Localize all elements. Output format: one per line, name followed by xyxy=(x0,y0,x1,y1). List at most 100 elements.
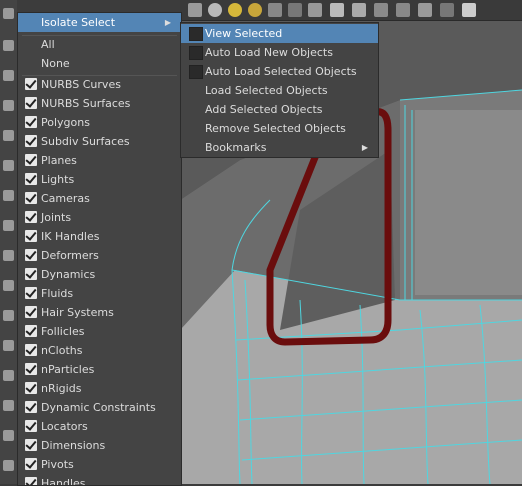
menu-item-polygons[interactable]: Polygons xyxy=(18,113,181,132)
grid-icon[interactable] xyxy=(308,3,322,17)
layout-icon[interactable] xyxy=(418,3,432,17)
submenu-item-view-selected[interactable]: View Selected xyxy=(181,24,378,43)
menu-item-label: Cameras xyxy=(41,192,90,205)
camera-icon[interactable] xyxy=(268,3,282,17)
strip-icon[interactable] xyxy=(3,340,14,351)
menu-item-nurbs-surfaces[interactable]: NURBS Surfaces xyxy=(18,94,181,113)
submenu-item-auto-load-selected-objects[interactable]: Auto Load Selected Objects xyxy=(181,62,378,81)
checkbox-icon[interactable] xyxy=(25,268,37,280)
menu-item-hair-systems[interactable]: Hair Systems xyxy=(18,303,181,322)
checkbox-icon[interactable] xyxy=(25,401,37,413)
wireframe-icon[interactable] xyxy=(374,3,388,17)
sphere-icon[interactable] xyxy=(208,3,222,17)
isolate-icon[interactable] xyxy=(330,3,344,17)
checkbox-icon[interactable] xyxy=(25,325,37,337)
strip-icon[interactable] xyxy=(3,70,14,81)
menu-item-fluids[interactable]: Fluids xyxy=(18,284,181,303)
checkbox-icon[interactable] xyxy=(25,192,37,204)
checkbox-icon[interactable] xyxy=(25,477,37,485)
menu-item-handles[interactable]: Handles xyxy=(18,474,181,485)
checkbox-icon[interactable] xyxy=(25,306,37,318)
strip-icon[interactable] xyxy=(3,220,14,231)
checkbox-icon[interactable] xyxy=(25,249,37,261)
strip-icon[interactable] xyxy=(3,400,14,411)
scene-window-pane xyxy=(415,110,522,295)
menu-item-pivots[interactable]: Pivots xyxy=(18,455,181,474)
checkbox-icon[interactable] xyxy=(25,420,37,432)
menu-item-follicles[interactable]: Follicles xyxy=(18,322,181,341)
checkbox-icon[interactable] xyxy=(25,154,37,166)
strip-icon[interactable] xyxy=(3,280,14,291)
show-menu: Isolate Select ▶ All None NURBS Curves NU… xyxy=(17,12,182,486)
checkbox-icon[interactable] xyxy=(25,211,37,223)
checkbox-icon[interactable] xyxy=(189,65,203,79)
frame-icon[interactable] xyxy=(396,3,410,17)
checkbox-icon[interactable] xyxy=(25,78,37,90)
menu-item-label: Joints xyxy=(41,211,72,224)
viewport-toolbar xyxy=(180,0,522,21)
strip-icon[interactable] xyxy=(3,40,14,51)
menu-item-label: Isolate Select xyxy=(41,16,116,29)
menu-item-label: Hair Systems xyxy=(41,306,114,319)
menu-item-lights[interactable]: Lights xyxy=(18,170,181,189)
strip-icon[interactable] xyxy=(3,370,14,381)
menu-item-joints[interactable]: Joints xyxy=(18,208,181,227)
menu-item-label: nCloths xyxy=(41,344,83,357)
submenu-item-auto-load-new-objects[interactable]: Auto Load New Objects xyxy=(181,43,378,62)
checkbox-icon[interactable] xyxy=(25,363,37,375)
checkbox-icon[interactable] xyxy=(25,287,37,299)
menu-item-label: Dynamics xyxy=(41,268,96,281)
light-icon[interactable] xyxy=(228,3,242,17)
menu-item-locators[interactable]: Locators xyxy=(18,417,181,436)
strip-icon[interactable] xyxy=(3,160,14,171)
checkbox-icon[interactable] xyxy=(189,27,203,41)
submenu-item-add-selected-objects[interactable]: Add Selected Objects xyxy=(181,100,378,119)
lighting-icon[interactable] xyxy=(248,3,262,17)
strip-icon[interactable] xyxy=(3,460,14,471)
menu-item-dynamics[interactable]: Dynamics xyxy=(18,265,181,284)
checkbox-icon[interactable] xyxy=(25,439,37,451)
checkbox-icon[interactable] xyxy=(189,46,203,60)
link-icon[interactable] xyxy=(462,3,476,17)
checkbox-icon[interactable] xyxy=(25,344,37,356)
menu-item-none[interactable]: None xyxy=(18,54,181,73)
menu-item-label: Pivots xyxy=(41,458,74,471)
submenu-item-load-selected-objects[interactable]: Load Selected Objects xyxy=(181,81,378,100)
shading-icon[interactable] xyxy=(188,3,202,17)
strip-icon[interactable] xyxy=(3,250,14,261)
checkbox-icon[interactable] xyxy=(25,382,37,394)
menu-item-all[interactable]: All xyxy=(18,35,181,54)
strip-icon[interactable] xyxy=(3,430,14,441)
menu-item-dynamic-constraints[interactable]: Dynamic Constraints xyxy=(18,398,181,417)
checkbox-icon[interactable] xyxy=(25,116,37,128)
checkbox-icon[interactable] xyxy=(25,458,37,470)
menu-item-ik-handles[interactable]: IK Handles xyxy=(18,227,181,246)
menu-item-label: IK Handles xyxy=(41,230,100,243)
panel-icon[interactable] xyxy=(440,3,454,17)
texture-icon[interactable] xyxy=(288,3,302,17)
menu-item-dimensions[interactable]: Dimensions xyxy=(18,436,181,455)
strip-icon[interactable] xyxy=(3,100,14,111)
menu-item-isolate-select[interactable]: Isolate Select ▶ xyxy=(18,13,181,32)
menu-item-deformers[interactable]: Deformers xyxy=(18,246,181,265)
strip-icon[interactable] xyxy=(3,310,14,321)
checkbox-icon[interactable] xyxy=(25,135,37,147)
menu-item-ncloths[interactable]: nCloths xyxy=(18,341,181,360)
strip-icon[interactable] xyxy=(3,8,14,19)
menu-item-subdiv-surfaces[interactable]: Subdiv Surfaces xyxy=(18,132,181,151)
menu-item-planes[interactable]: Planes xyxy=(18,151,181,170)
submenu-item-label: Bookmarks xyxy=(205,141,267,154)
checkbox-icon[interactable] xyxy=(25,173,37,185)
submenu-item-bookmarks[interactable]: Bookmarks ▶ xyxy=(181,138,378,157)
menu-item-nparticles[interactable]: nParticles xyxy=(18,360,181,379)
checkbox-icon[interactable] xyxy=(25,97,37,109)
strip-icon[interactable] xyxy=(3,190,14,201)
submenu-item-remove-selected-objects[interactable]: Remove Selected Objects xyxy=(181,119,378,138)
xray-icon[interactable] xyxy=(352,3,366,17)
menu-item-cameras[interactable]: Cameras xyxy=(18,189,181,208)
checkbox-icon[interactable] xyxy=(25,230,37,242)
menu-item-nrigids[interactable]: nRigids xyxy=(18,379,181,398)
strip-icon[interactable] xyxy=(3,130,14,141)
submenu-item-label: View Selected xyxy=(205,27,283,40)
menu-item-nurbs-curves[interactable]: NURBS Curves xyxy=(18,75,181,94)
